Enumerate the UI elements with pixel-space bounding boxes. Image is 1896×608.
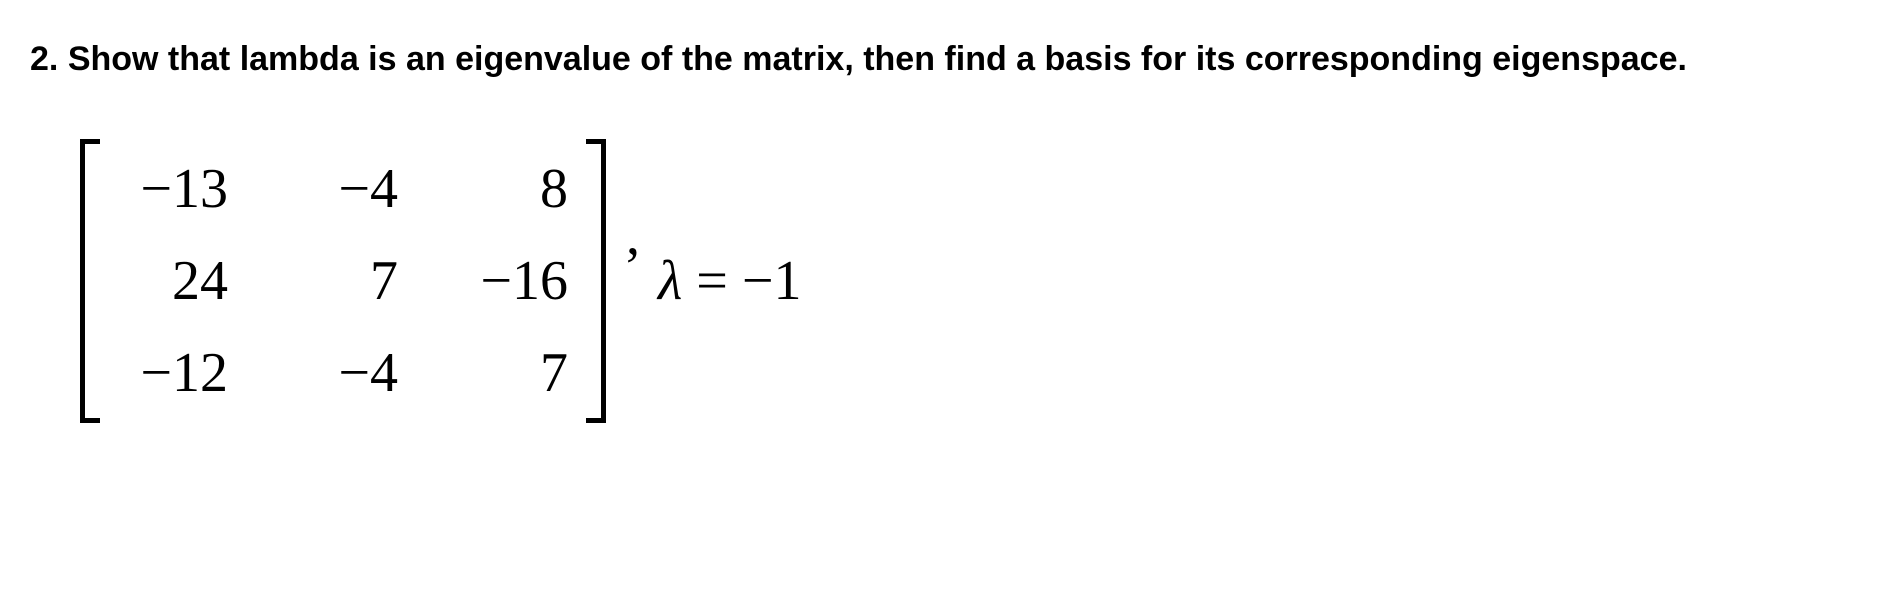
matrix-grid: −13 −4 8 24 7 −16 −12 −4 7 xyxy=(108,139,578,423)
comma: , xyxy=(626,204,640,358)
matrix-cell: −4 xyxy=(288,341,398,405)
question-number: 2. xyxy=(30,40,58,78)
question-text: 2. Show that lambda is an eigenvalue of … xyxy=(30,40,1866,79)
matrix-cell: 7 xyxy=(458,341,568,405)
matrix: −13 −4 8 24 7 −16 −12 −4 7 xyxy=(80,139,606,423)
math-display: −13 −4 8 24 7 −16 −12 −4 7 , λ = −1 xyxy=(80,139,1866,423)
matrix-cell: 7 xyxy=(288,249,398,313)
matrix-cell: −12 xyxy=(118,341,228,405)
matrix-cell: 24 xyxy=(118,249,228,313)
matrix-cell: 8 xyxy=(458,157,568,221)
matrix-right-bracket xyxy=(586,139,606,423)
equals-sign: = xyxy=(696,249,728,313)
matrix-cell: −16 xyxy=(458,249,568,313)
question-body: Show that lambda is an eigenvalue of the… xyxy=(68,40,1687,78)
matrix-left-bracket xyxy=(80,139,100,423)
lambda-expression: , λ = −1 xyxy=(626,204,801,358)
matrix-cell: −13 xyxy=(118,157,228,221)
matrix-cell: −4 xyxy=(288,157,398,221)
lambda-equation: λ = −1 xyxy=(658,249,801,313)
lambda-value: −1 xyxy=(742,249,802,313)
lambda-symbol: λ xyxy=(658,249,682,313)
